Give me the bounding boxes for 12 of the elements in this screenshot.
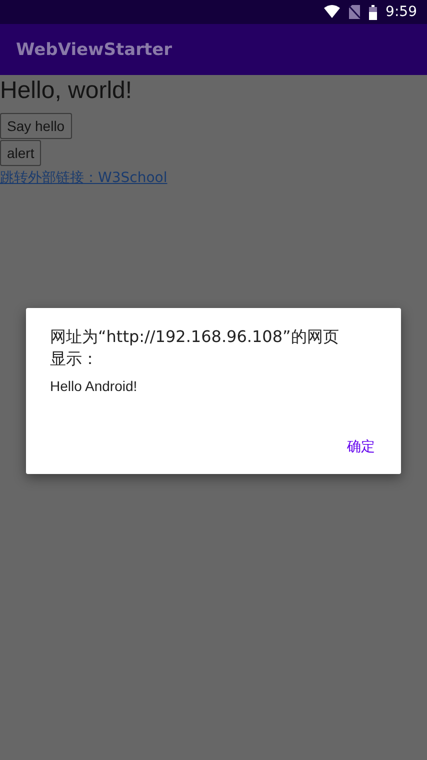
page-button[interactable]: alert — [0, 140, 42, 166]
wifi-icon — [324, 5, 340, 19]
dialog-message: Hello Android! — [50, 378, 138, 394]
battery-icon — [368, 4, 377, 20]
clock-time: 9:59 — [386, 4, 417, 20]
ok-button[interactable]: 确定 — [343, 434, 379, 460]
dialog-title: 网址为“http://192.168.96.108”的网页显示： — [50, 326, 340, 370]
external-link[interactable]: 跳转外部链接：W3School — [0, 169, 168, 187]
no-sim-icon — [348, 5, 360, 19]
app-title: WebViewStarter — [16, 40, 172, 60]
page-heading: Hello, world! — [0, 77, 132, 105]
page-button[interactable]: Say hello — [0, 113, 72, 139]
